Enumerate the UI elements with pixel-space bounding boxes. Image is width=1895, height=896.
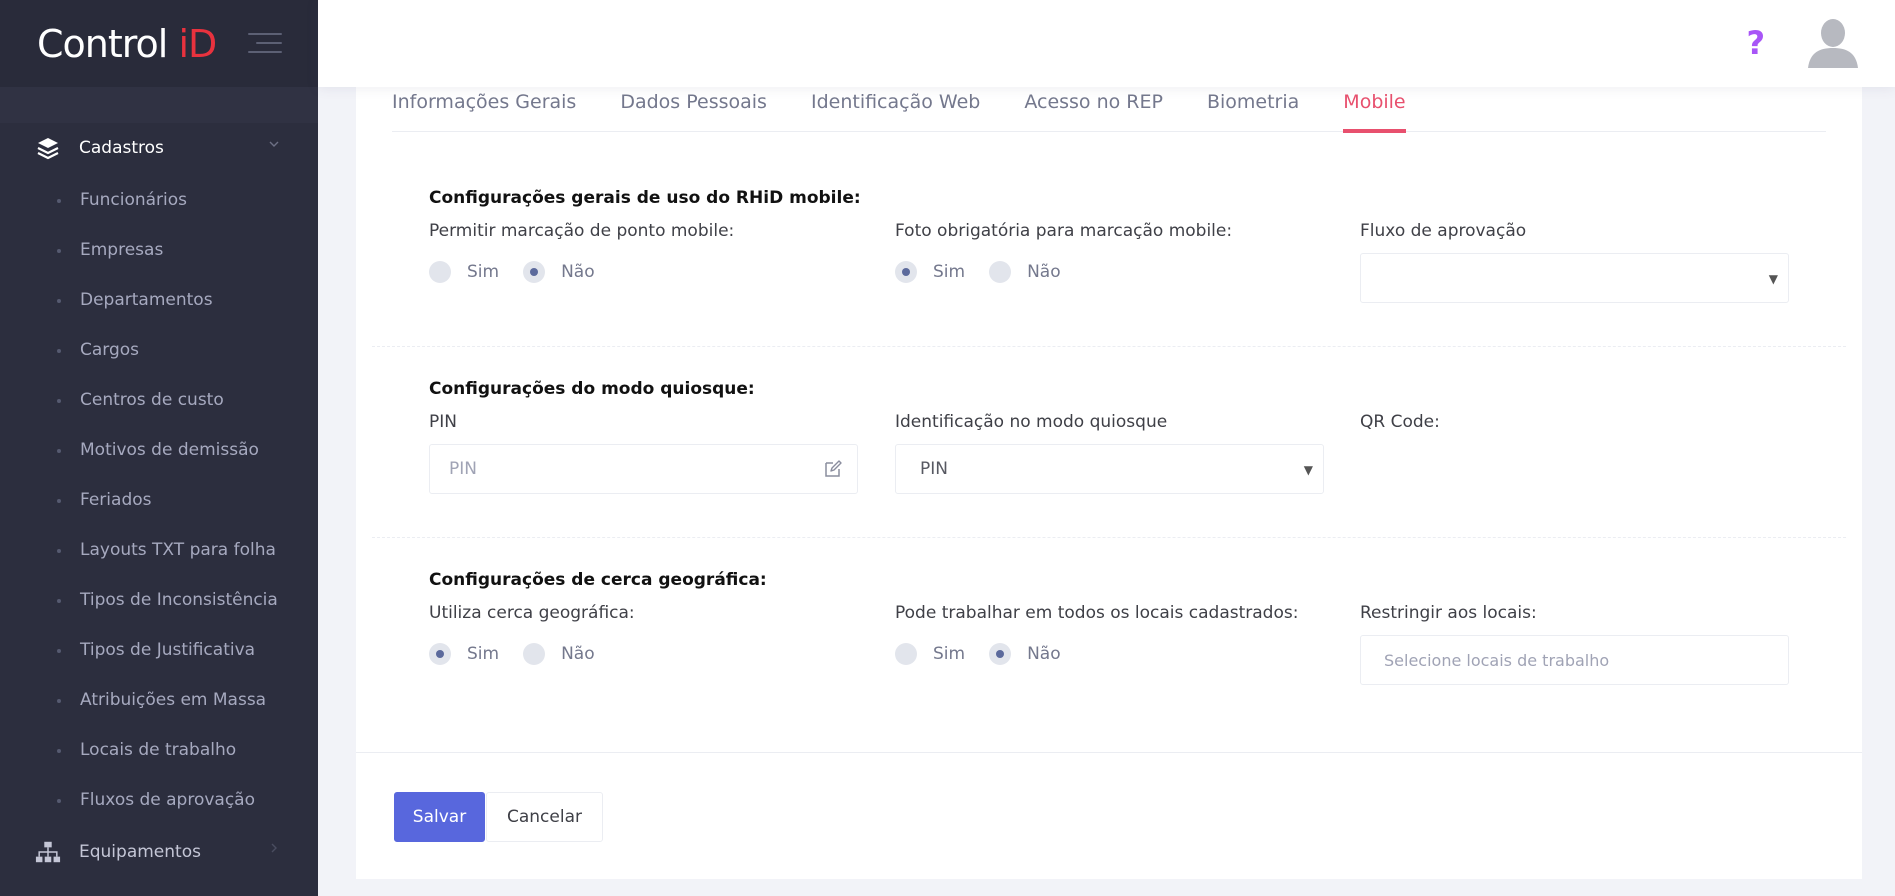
sidebar-item-cargos[interactable]: Cargos (0, 325, 318, 375)
all-locations-yes-radio[interactable]: Sim (895, 643, 965, 665)
brand-name-part1: Control (37, 21, 179, 66)
uses-geofence-yes-radio[interactable]: Sim (429, 643, 499, 665)
tab-biometria[interactable]: Biometria (1207, 87, 1299, 132)
help-icon[interactable]: ? (1746, 24, 1765, 62)
edit-icon[interactable] (823, 459, 843, 479)
sidebar-item-feriados[interactable]: Feriados (0, 475, 318, 525)
sidebar-item-departamentos[interactable]: Departamentos (0, 275, 318, 325)
sidebar-item-locais-de-trabalho[interactable]: Locais de trabalho (0, 725, 318, 775)
chevron-down-icon (268, 138, 280, 153)
tab-acesso-no-rep[interactable]: Acesso no REP (1024, 87, 1163, 132)
caret-down-icon: ▼ (1303, 463, 1313, 477)
brand-logo[interactable]: Control iD (37, 21, 217, 66)
uses-geofence-radio-group: Sim Não (429, 643, 619, 665)
sidebar-item-funcionarios[interactable]: Funcionários (0, 175, 318, 225)
approval-flow-label: Fluxo de aprovação (1360, 221, 1527, 241)
restrict-locations-label: Restringir aos locais: (1360, 603, 1537, 623)
qr-code-label: QR Code: (1360, 412, 1440, 432)
section-title-geofence: Configurações de cerca geográfica: (429, 570, 767, 590)
menu-toggle-icon[interactable] (248, 33, 282, 55)
kiosk-identification-value: PIN (920, 459, 948, 479)
footer-divider (356, 752, 1862, 753)
kiosk-identification-select[interactable]: PIN ▼ (895, 444, 1324, 494)
caret-down-icon: ▼ (1768, 272, 1778, 286)
all-locations-label: Pode trabalhar em todos os locais cadast… (895, 603, 1299, 623)
section-title-kiosk: Configurações do modo quiosque: (429, 379, 755, 399)
sidebar: Control iD Cadastros Funcionários Empres… (0, 0, 318, 896)
allow-mobile-radio-group: Sim Não (429, 261, 619, 283)
pin-field[interactable] (429, 444, 858, 494)
save-button[interactable]: Salvar (394, 792, 485, 842)
sidebar-section-equipamentos[interactable]: Equipamentos (0, 827, 318, 877)
sidebar-section-label: Cadastros (79, 138, 164, 158)
sidebar-item-tipos-de-inconsistencia[interactable]: Tipos de Inconsistência (0, 575, 318, 625)
all-locations-radio-group: Sim Não (895, 643, 1085, 665)
sidebar-submenu: Funcionários Empresas Departamentos Carg… (0, 173, 318, 825)
avatar[interactable] (1806, 16, 1860, 70)
brand-name-part2: iD (178, 21, 217, 66)
chevron-right-icon (268, 842, 280, 857)
uses-geofence-label: Utiliza cerca geográfica: (429, 603, 635, 623)
tab-dados-pessoais[interactable]: Dados Pessoais (620, 87, 767, 132)
all-locations-no-radio[interactable]: Não (989, 643, 1061, 665)
uses-geofence-no-radio[interactable]: Não (523, 643, 595, 665)
tab-mobile[interactable]: Mobile (1343, 87, 1406, 133)
tab-identificacao-web[interactable]: Identificação Web (811, 87, 980, 132)
sidebar-item-fluxos-de-aprovacao[interactable]: Fluxos de aprovação (0, 775, 318, 825)
sidebar-item-empresas[interactable]: Empresas (0, 225, 318, 275)
allow-mobile-no-radio[interactable]: Não (523, 261, 595, 283)
photo-required-label: Foto obrigatória para marcação mobile: (895, 221, 1233, 241)
allow-mobile-label: Permitir marcação de ponto mobile: (429, 221, 735, 241)
kiosk-identification-label: Identificação no modo quiosque (895, 412, 1168, 432)
photo-required-yes-radio[interactable]: Sim (895, 261, 965, 283)
pin-input[interactable] (430, 445, 857, 493)
sitemap-icon (35, 839, 61, 865)
cancel-button[interactable]: Cancelar (486, 792, 603, 842)
restrict-locations-input[interactable] (1361, 636, 1788, 684)
sidebar-item-layouts-txt[interactable]: Layouts TXT para folha (0, 525, 318, 575)
tab-informacoes-gerais[interactable]: Informações Gerais (392, 87, 576, 132)
pin-label: PIN (429, 412, 457, 432)
sidebar-item-tipos-de-justificativa[interactable]: Tipos de Justificativa (0, 625, 318, 675)
section-divider (372, 537, 1846, 538)
layers-icon (35, 135, 61, 161)
employee-form-card: Informações Gerais Dados Pessoais Identi… (356, 87, 1862, 879)
sidebar-strip (0, 87, 318, 123)
tab-bar: Informações Gerais Dados Pessoais Identi… (392, 87, 1826, 133)
sidebar-item-motivos-de-demissao[interactable]: Motivos de demissão (0, 425, 318, 475)
sidebar-section-label: Equipamentos (79, 842, 201, 862)
topbar: ? (318, 0, 1895, 87)
section-title-mobile-general: Configurações gerais de uso do RHiD mobi… (429, 188, 861, 208)
restrict-locations-field[interactable] (1360, 635, 1789, 685)
photo-required-no-radio[interactable]: Não (989, 261, 1061, 283)
sidebar-item-centros-de-custo[interactable]: Centros de custo (0, 375, 318, 425)
sidebar-item-atribuicoes-em-massa[interactable]: Atribuições em Massa (0, 675, 318, 725)
photo-required-radio-group: Sim Não (895, 261, 1085, 283)
approval-flow-select[interactable]: ▼ (1360, 253, 1789, 303)
sidebar-section-cadastros[interactable]: Cadastros (0, 123, 318, 173)
section-divider (372, 346, 1846, 347)
allow-mobile-yes-radio[interactable]: Sim (429, 261, 499, 283)
sidebar-header: Control iD (0, 0, 318, 87)
